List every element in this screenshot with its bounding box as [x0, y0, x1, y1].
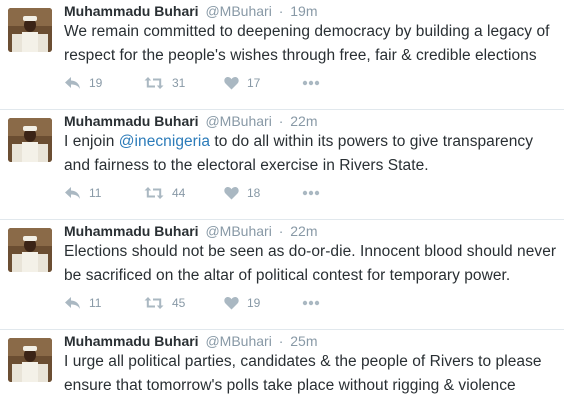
tweet-timeline: Muhammadu Buhari @MBuhari · 19m We remai…: [0, 0, 564, 400]
tweet-text-part: I urge all political parties, candidates…: [64, 353, 542, 394]
tweet: Muhammadu Buhari @MBuhari · 25m I urge a…: [0, 330, 564, 400]
more-icon: [302, 80, 320, 86]
heart-icon: [224, 186, 239, 200]
author-handle[interactable]: @MBuhari: [205, 333, 271, 349]
reply-icon: [64, 76, 81, 90]
reply-button[interactable]: 19: [64, 73, 102, 93]
separator: ·: [278, 113, 284, 129]
reply-count: 19: [89, 76, 103, 90]
reply-button[interactable]: 11: [64, 183, 101, 203]
timestamp[interactable]: 25m: [290, 333, 317, 349]
tweet-text: Elections should not be seen as do-or-di…: [64, 240, 560, 288]
author-name[interactable]: Muhammadu Buhari: [64, 223, 199, 239]
avatar[interactable]: [8, 228, 52, 272]
timestamp[interactable]: 19m: [290, 3, 317, 19]
more-button[interactable]: [302, 73, 320, 93]
tweet-text-part: We remain committed to deepening democra…: [64, 23, 550, 64]
author-handle[interactable]: @MBuhari: [205, 113, 271, 129]
tweet-text-part: I enjoin: [64, 133, 119, 150]
tweet: Muhammadu Buhari @MBuhari · 19m We remai…: [0, 0, 564, 110]
author-name[interactable]: Muhammadu Buhari: [64, 113, 199, 129]
separator: ·: [278, 3, 284, 19]
reply-icon: [64, 296, 81, 310]
retweet-button[interactable]: 31: [144, 73, 185, 93]
author-name[interactable]: Muhammadu Buhari: [64, 3, 199, 19]
reply-icon: [64, 186, 81, 200]
tweet-text-part: Elections should not be seen as do-or-di…: [64, 243, 557, 284]
heart-icon: [224, 76, 239, 90]
retweet-count: 31: [172, 76, 186, 90]
separator: ·: [278, 333, 284, 349]
avatar[interactable]: [8, 118, 52, 162]
retweet-icon: [144, 296, 164, 310]
retweet-count: 45: [172, 296, 186, 310]
tweet-text: I urge all political parties, candidates…: [64, 350, 560, 398]
more-button[interactable]: [302, 293, 320, 313]
tweet-text: We remain committed to deepening democra…: [64, 20, 560, 68]
reply-count: 11: [89, 186, 102, 200]
like-count: 17: [247, 76, 261, 90]
tweet-header: Muhammadu Buhari @MBuhari · 25m: [64, 330, 318, 352]
tweet-header: Muhammadu Buhari @MBuhari · 22m: [64, 110, 318, 132]
author-handle[interactable]: @MBuhari: [205, 223, 271, 239]
like-button[interactable]: 17: [224, 73, 260, 93]
avatar[interactable]: [8, 338, 52, 382]
mention-link[interactable]: @inecnigeria: [119, 133, 210, 150]
tweet-actions: 11 45 19: [64, 293, 364, 313]
reply-count: 11: [89, 296, 102, 310]
tweet-header: Muhammadu Buhari @MBuhari · 19m: [64, 0, 318, 22]
more-icon: [302, 300, 320, 306]
like-count: 18: [247, 186, 261, 200]
retweet-button[interactable]: 44: [144, 183, 185, 203]
author-name[interactable]: Muhammadu Buhari: [64, 333, 199, 349]
tweet-text: I enjoin @inecnigeria to do all within i…: [64, 130, 560, 178]
separator: ·: [278, 223, 284, 239]
retweet-button[interactable]: 45: [144, 293, 185, 313]
more-icon: [302, 190, 320, 196]
tweet-header: Muhammadu Buhari @MBuhari · 22m: [64, 220, 318, 242]
retweet-icon: [144, 76, 164, 90]
author-handle[interactable]: @MBuhari: [205, 3, 271, 19]
tweet-actions: 19 31 17: [64, 73, 364, 93]
like-button[interactable]: 18: [224, 183, 260, 203]
more-button[interactable]: [302, 183, 320, 203]
tweet: Muhammadu Buhari @MBuhari · 22m Election…: [0, 220, 564, 330]
reply-button[interactable]: 11: [64, 293, 101, 313]
tweet: Muhammadu Buhari @MBuhari · 22m I enjoin…: [0, 110, 564, 220]
avatar[interactable]: [8, 8, 52, 52]
heart-icon: [224, 296, 239, 310]
like-count: 19: [247, 296, 261, 310]
timestamp[interactable]: 22m: [290, 113, 317, 129]
like-button[interactable]: 19: [224, 293, 260, 313]
timestamp[interactable]: 22m: [290, 223, 317, 239]
retweet-icon: [144, 186, 164, 200]
retweet-count: 44: [172, 186, 186, 200]
tweet-actions: 11 44 18: [64, 183, 364, 203]
